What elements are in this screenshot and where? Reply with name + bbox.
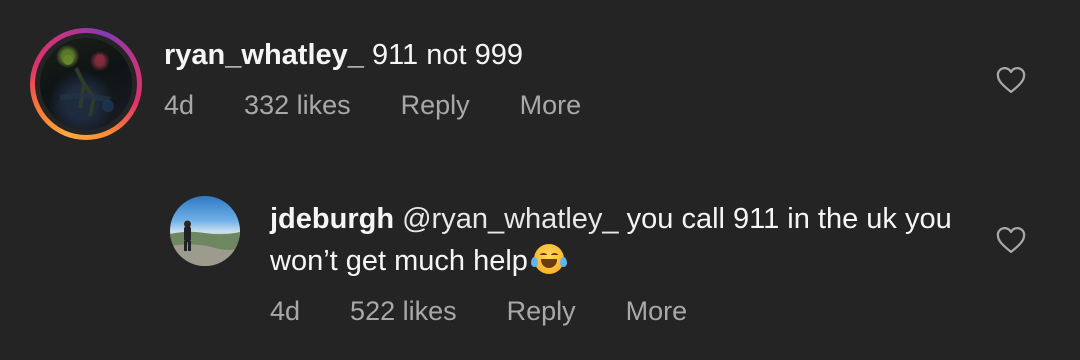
comment-body: jdeburgh @ryan_whatley_ you call 911 in … bbox=[270, 198, 990, 327]
avatar-image bbox=[59, 54, 114, 117]
reply-button[interactable]: Reply bbox=[507, 296, 576, 327]
comment-likes[interactable]: 522 likes bbox=[350, 296, 457, 327]
comment-body: ryan_whatley_ 911 not 999 4d 332 likes R… bbox=[164, 34, 1024, 121]
comment-username[interactable]: jdeburgh bbox=[270, 203, 394, 235]
comment-age: 4d bbox=[164, 90, 195, 120]
comment-age: 4d bbox=[270, 296, 301, 326]
comment-username[interactable]: ryan_whatley_ bbox=[164, 39, 364, 71]
comments-screen: ryan_whatley_ 911 not 999 4d 332 likes R… bbox=[0, 0, 1080, 360]
avatar-story-ring[interactable] bbox=[30, 28, 142, 140]
reply-comment: jdeburgh @ryan_whatley_ you call 911 in … bbox=[170, 194, 1060, 334]
comment-text: ryan_whatley_ 911 not 999 bbox=[164, 34, 1024, 76]
face-with-tears-of-joy-icon bbox=[530, 244, 567, 274]
comment-likes[interactable]: 332 likes bbox=[244, 90, 351, 121]
comment: ryan_whatley_ 911 not 999 4d 332 likes R… bbox=[30, 28, 1060, 148]
avatar-image bbox=[170, 220, 240, 266]
avatar bbox=[40, 38, 132, 130]
more-button[interactable]: More bbox=[520, 90, 582, 121]
heart-outline-icon[interactable] bbox=[996, 226, 1026, 254]
avatar[interactable] bbox=[170, 196, 240, 266]
heart-outline-icon[interactable] bbox=[996, 66, 1026, 94]
reply-button[interactable]: Reply bbox=[401, 90, 470, 121]
comment-message: 911 not 999 bbox=[371, 39, 523, 71]
comment-text: jdeburgh @ryan_whatley_ you call 911 in … bbox=[270, 198, 990, 282]
comment-meta: 4d 522 likes Reply More bbox=[270, 296, 990, 327]
mention-link[interactable]: @ryan_whatley_ bbox=[402, 203, 618, 235]
more-button[interactable]: More bbox=[626, 296, 688, 327]
comment-meta: 4d 332 likes Reply More bbox=[164, 90, 1024, 121]
